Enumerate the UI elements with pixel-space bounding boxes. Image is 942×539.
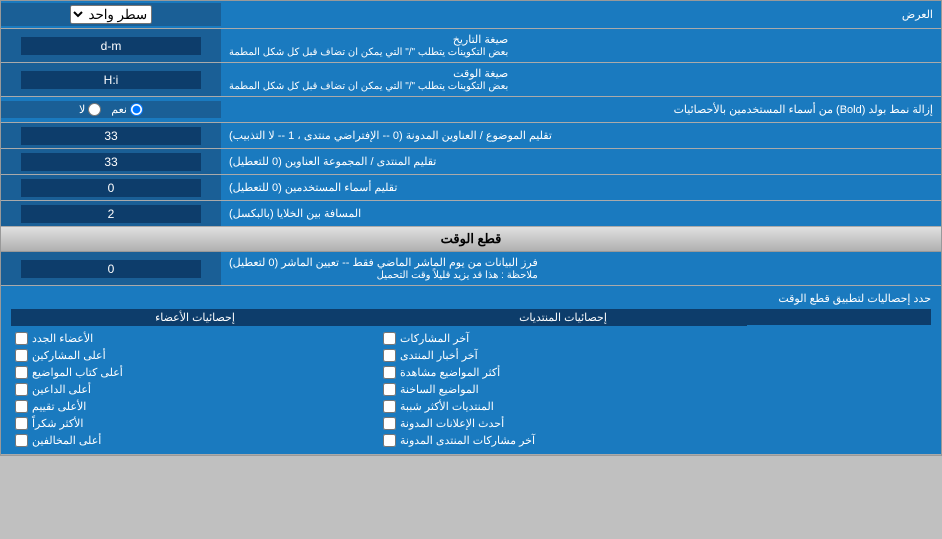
- stat-item-7: آخر مشاركات المنتدى المدونة: [379, 433, 747, 448]
- time-format-row: صيغة الوقتبعض التكوينات يتطلب "/" التي ي…: [1, 63, 941, 97]
- bold-no-radio[interactable]: [88, 103, 101, 116]
- stats-columns: إحصائيات المنتديات آخر المشاركات آخر أخب…: [11, 309, 931, 448]
- stat-checkbox-7[interactable]: [383, 434, 396, 447]
- stat-item-m7: أعلى المخالفين: [11, 433, 379, 448]
- cutoff-section-header: قطع الوقت: [1, 227, 941, 252]
- username-trim-input[interactable]: [21, 179, 201, 197]
- stats-section: حدد إحصاليات لتطبيق قطع الوقت إحصائيات ا…: [1, 286, 941, 455]
- title-trim-input[interactable]: [21, 127, 201, 145]
- member-stats-col: إحصائيات الأعضاء الأعضاء الجدد أعلى المش…: [11, 309, 379, 448]
- stat-item-m3: أعلى كتاب المواضيع: [11, 365, 379, 380]
- stat-checkbox-1[interactable]: [383, 332, 396, 345]
- forum-stats-col: إحصائيات المنتديات آخر المشاركات آخر أخب…: [379, 309, 747, 448]
- stat-checkbox-m4[interactable]: [15, 383, 28, 396]
- cutoff-label: فرز البيانات من يوم الماشر الماضي فقط --…: [221, 252, 941, 285]
- display-label: العرض: [221, 4, 941, 25]
- cutoff-input[interactable]: [21, 260, 201, 278]
- forum-trim-row: تقليم المنتدى / المجموعة العناوين (0 للت…: [1, 149, 941, 175]
- cell-spacing-input-wrapper: [1, 201, 221, 226]
- member-stats-header: إحصائيات الأعضاء: [11, 309, 379, 326]
- time-format-input-wrapper: [1, 63, 221, 96]
- bold-label: إزالة نمط بولد (Bold) من أسماء المستخدمي…: [221, 99, 941, 120]
- stat-item-m4: أعلى الداعين: [11, 382, 379, 397]
- stat-checkbox-m3[interactable]: [15, 366, 28, 379]
- stat-checkbox-m6[interactable]: [15, 417, 28, 430]
- cutoff-row: فرز البيانات من يوم الماشر الماضي فقط --…: [1, 252, 941, 286]
- time-format-label: صيغة الوقتبعض التكوينات يتطلب "/" التي ي…: [221, 63, 941, 96]
- stat-item-1: آخر المشاركات: [379, 331, 747, 346]
- stat-item-m5: الأعلى تقييم: [11, 399, 379, 414]
- stat-checkbox-3[interactable]: [383, 366, 396, 379]
- forum-stats-header: إحصائيات المنتديات: [379, 309, 747, 326]
- display-row: العرض سطر واحد سطرين ثلاثة أسطر: [1, 1, 941, 29]
- date-format-input-wrapper: [1, 29, 221, 62]
- date-format-label: صيغة التاريخبعض التكوينات يتطلب "/" التي…: [221, 29, 941, 62]
- bold-yes-label: نعم: [111, 103, 143, 116]
- cell-spacing-input[interactable]: [21, 205, 201, 223]
- stat-checkbox-m2[interactable]: [15, 349, 28, 362]
- username-trim-label: تقليم أسماء المستخدمين (0 للتعطيل): [221, 175, 941, 200]
- main-container: العرض سطر واحد سطرين ثلاثة أسطر صيغة الت…: [0, 0, 942, 456]
- stat-item-4: المواضيع الساخنة: [379, 382, 747, 397]
- bold-radio-row: إزالة نمط بولد (Bold) من أسماء المستخدمي…: [1, 97, 941, 123]
- date-format-input[interactable]: [21, 37, 201, 55]
- bold-yes-radio[interactable]: [130, 103, 143, 116]
- date-format-row: صيغة التاريخبعض التكوينات يتطلب "/" التي…: [1, 29, 941, 63]
- stats-section-title: حدد إحصاليات لتطبيق قطع الوقت: [11, 292, 931, 305]
- stat-checkbox-m1[interactable]: [15, 332, 28, 345]
- title-trim-label: تقليم الموضوع / العناوين المدونة (0 -- ا…: [221, 123, 941, 148]
- bold-radio-options: نعم لا: [1, 101, 221, 118]
- stat-item-3: أكثر المواضيع مشاهدة: [379, 365, 747, 380]
- stat-item-m6: الأكثر شكراً: [11, 416, 379, 431]
- stat-item-2: آخر أخبار المنتدى: [379, 348, 747, 363]
- stat-item-m1: الأعضاء الجدد: [11, 331, 379, 346]
- forum-trim-input[interactable]: [21, 153, 201, 171]
- display-select[interactable]: سطر واحد سطرين ثلاثة أسطر: [70, 5, 152, 24]
- stat-checkbox-m5[interactable]: [15, 400, 28, 413]
- stat-item-6: أحدث الإعلانات المدونة: [379, 416, 747, 431]
- display-select-wrapper: سطر واحد سطرين ثلاثة أسطر: [1, 3, 221, 26]
- title-trim-input-wrapper: [1, 123, 221, 148]
- empty-col: [747, 309, 931, 448]
- forum-trim-input-wrapper: [1, 149, 221, 174]
- stat-checkbox-6[interactable]: [383, 417, 396, 430]
- forum-trim-label: تقليم المنتدى / المجموعة العناوين (0 للت…: [221, 149, 941, 174]
- stat-checkbox-5[interactable]: [383, 400, 396, 413]
- cutoff-section-title: قطع الوقت: [441, 231, 502, 246]
- username-trim-input-wrapper: [1, 175, 221, 200]
- bold-no-label: لا: [79, 103, 101, 116]
- stat-item-5: المنتديات الأكثر شببة: [379, 399, 747, 414]
- cutoff-input-wrapper: [1, 252, 221, 285]
- title-trim-row: تقليم الموضوع / العناوين المدونة (0 -- ا…: [1, 123, 941, 149]
- stat-checkbox-m7[interactable]: [15, 434, 28, 447]
- stat-item-m2: أعلى المشاركين: [11, 348, 379, 363]
- cell-spacing-label: المسافة بين الخلايا (بالبكسل): [221, 201, 941, 226]
- empty-col-header: [747, 309, 931, 325]
- time-format-input[interactable]: [21, 71, 201, 89]
- stat-checkbox-2[interactable]: [383, 349, 396, 362]
- stat-checkbox-4[interactable]: [383, 383, 396, 396]
- username-trim-row: تقليم أسماء المستخدمين (0 للتعطيل): [1, 175, 941, 201]
- cell-spacing-row: المسافة بين الخلايا (بالبكسل): [1, 201, 941, 227]
